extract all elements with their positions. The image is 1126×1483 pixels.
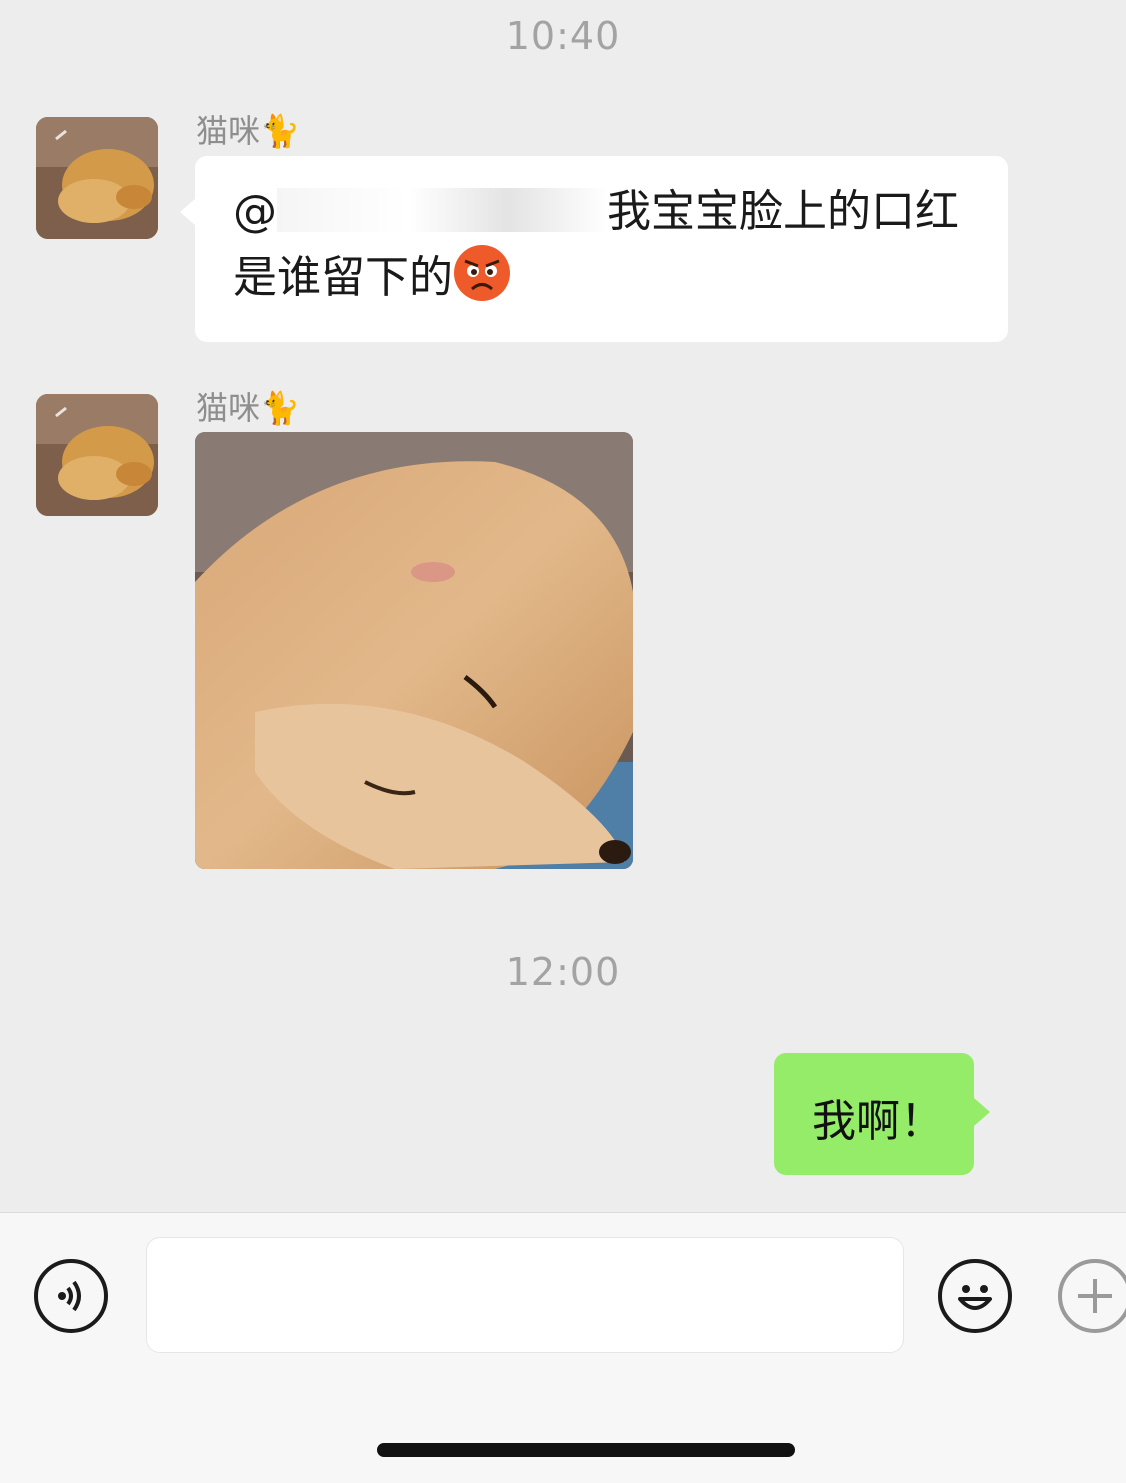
plus-icon bbox=[1078, 1279, 1112, 1313]
message-text-bubble[interactable]: @ 我宝宝脸上的口红是谁留下的 bbox=[195, 156, 1008, 342]
sender-avatar[interactable] bbox=[36, 394, 158, 516]
sender-name: 猫咪🐈 bbox=[196, 389, 300, 427]
timestamp-1200: 12:00 bbox=[505, 950, 621, 994]
sender-avatar[interactable] bbox=[36, 117, 158, 239]
bubble-tail bbox=[974, 1098, 990, 1126]
dog-photo-message[interactable] bbox=[195, 432, 633, 869]
dog-avatar-image bbox=[36, 117, 158, 239]
input-bar bbox=[0, 1212, 1126, 1483]
my-message-text: 我啊！ bbox=[812, 1096, 944, 1147]
my-message-bubble[interactable]: 我啊！ bbox=[774, 1053, 974, 1175]
voice-button[interactable] bbox=[34, 1259, 108, 1333]
timestamp-1040: 10:40 bbox=[505, 14, 621, 58]
voice-icon bbox=[58, 1280, 81, 1312]
bubble-tail bbox=[180, 198, 196, 226]
angry-face-emoji bbox=[453, 244, 511, 302]
sender-name: 猫咪🐈 bbox=[196, 112, 300, 150]
home-indicator bbox=[377, 1443, 795, 1457]
mention-text: @ bbox=[233, 186, 277, 237]
emoji-button[interactable] bbox=[938, 1259, 1012, 1333]
emoji-icon bbox=[958, 1285, 992, 1310]
plus-button[interactable] bbox=[1058, 1259, 1126, 1333]
mention-redacted bbox=[277, 188, 607, 232]
dog-avatar-image bbox=[36, 394, 158, 516]
dog-photo bbox=[195, 432, 633, 869]
message-input[interactable] bbox=[146, 1237, 904, 1353]
